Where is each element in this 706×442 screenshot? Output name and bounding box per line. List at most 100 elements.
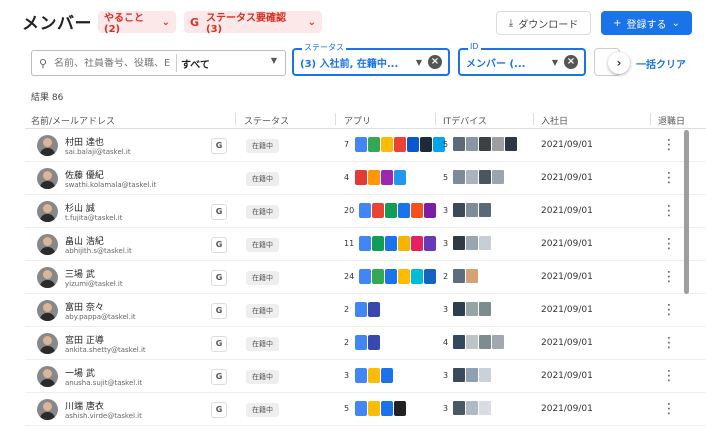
table-header: 名前/メールアドレス ステータス アプリ ITデバイス 入社日 退職日 <box>25 109 706 129</box>
table-row[interactable]: 杉山 誠 t.fujita@taskel.it G 在籍中 20 3 2021/09/01 ⋮ <box>25 195 706 228</box>
device-icons[interactable] <box>453 368 491 385</box>
column-header-apps[interactable]: アプリ <box>344 114 371 127</box>
device-icons[interactable] <box>453 302 491 319</box>
app-icon <box>368 368 380 383</box>
column-header-retired[interactable]: 退職日 <box>658 114 685 127</box>
apps-icons[interactable] <box>355 302 380 319</box>
app-icon <box>355 170 367 185</box>
table-row[interactable]: 村田 達也 sai.balaji@taskel.it G 在籍中 7 5 2021/09/0… <box>25 129 706 162</box>
column-header-name[interactable]: 名前/メールアドレス <box>31 114 115 127</box>
member-name[interactable]: 富田 奈々 <box>65 300 104 313</box>
table-row[interactable]: 川端 唐衣 ashish.virde@taskel.it G 在籍中 5 3 2021/09… <box>25 393 706 426</box>
kebab-icon[interactable]: ⋮ <box>662 334 676 352</box>
avatar <box>37 366 58 387</box>
todo-filter-chip[interactable]: やること (2) ⌄ <box>98 11 176 35</box>
apps-icons[interactable] <box>355 368 393 385</box>
member-name[interactable]: 一場 武 <box>65 366 95 379</box>
device-icons[interactable] <box>453 335 504 352</box>
table-row[interactable]: 一場 武 anusha.sujit@taskel.it G 在籍中 3 3 2021/09/… <box>25 360 706 393</box>
device-icon <box>466 170 478 184</box>
kebab-icon[interactable]: ⋮ <box>662 301 676 319</box>
column-divider <box>650 113 651 125</box>
device-icon <box>466 335 478 349</box>
kebab-icon[interactable]: ⋮ <box>662 400 676 418</box>
clear-icon[interactable]: × <box>428 55 442 69</box>
chevron-right-icon[interactable]: › <box>608 52 630 74</box>
device-icon <box>479 170 491 184</box>
device-icon <box>505 137 517 151</box>
column-header-joined[interactable]: 入社日 <box>541 114 568 127</box>
kebab-icon[interactable]: ⋮ <box>662 367 676 385</box>
member-name[interactable]: 川端 唐衣 <box>65 399 104 412</box>
kebab-icon[interactable]: ⋮ <box>662 202 676 220</box>
app-icon <box>355 335 367 350</box>
table-row[interactable]: 畠山 浩紀 abhijith.s@taskel.it G 在籍中 11 3 2021/09/… <box>25 228 706 261</box>
device-icons[interactable] <box>453 401 491 418</box>
download-button[interactable]: ⤓ ダウンロード <box>496 11 591 35</box>
devices-count: 5 <box>443 173 449 182</box>
device-icons[interactable] <box>453 269 478 286</box>
device-icon <box>492 335 504 349</box>
member-name[interactable]: 宮田 正導 <box>65 333 104 346</box>
apps-icons[interactable] <box>355 170 406 187</box>
table-row[interactable]: 三場 武 yizumi@taskel.it G 在籍中 24 2 2021/09/01 ⋮ <box>25 261 706 294</box>
joined-date: 2021/09/01 <box>541 239 593 249</box>
id-filter-legend: ID <box>468 42 481 51</box>
apps-icons[interactable] <box>355 137 445 154</box>
table-row[interactable]: 宮田 正導 ankita.shetty@taskel.it G 在籍中 2 4 2021/0… <box>25 327 706 360</box>
device-icon <box>453 203 465 217</box>
search-box: ⚲ すべて ▼ <box>31 50 286 76</box>
device-icons[interactable] <box>453 137 517 154</box>
devices-count: 3 <box>443 305 449 314</box>
app-icon <box>420 137 432 152</box>
device-icons[interactable] <box>453 236 491 253</box>
device-icon <box>466 236 478 250</box>
member-email: aby.pappa@taskel.it <box>65 313 136 321</box>
column-header-devices[interactable]: ITデバイス <box>443 114 487 127</box>
status-badge: 在籍中 <box>246 337 279 351</box>
status-filter[interactable]: ステータス (3) 入社前, 在籍中... ▼ × <box>292 42 450 76</box>
member-name[interactable]: 佐藤 優紀 <box>65 168 104 181</box>
id-filter[interactable]: ID メンバー (... ▼ × <box>458 42 586 76</box>
app-icon <box>411 269 423 284</box>
apps-count: 3 <box>344 371 350 380</box>
kebab-icon[interactable]: ⋮ <box>662 268 676 286</box>
apps-icons[interactable] <box>359 236 436 253</box>
member-name[interactable]: 畠山 浩紀 <box>65 234 104 247</box>
apps-icons[interactable] <box>355 335 380 352</box>
member-name[interactable]: 三場 武 <box>65 267 95 280</box>
app-icon <box>355 137 367 152</box>
google-badge: G <box>211 369 227 385</box>
clear-icon[interactable]: × <box>564 55 578 69</box>
joined-date: 2021/09/01 <box>541 404 593 414</box>
joined-date: 2021/09/01 <box>541 338 593 348</box>
kebab-icon[interactable]: ⋮ <box>662 235 676 253</box>
app-icon <box>407 137 419 152</box>
apps-count: 5 <box>344 404 350 413</box>
app-icon <box>398 236 410 251</box>
device-icons[interactable] <box>453 203 491 220</box>
apps-icons[interactable] <box>359 203 436 220</box>
avatar <box>37 135 58 156</box>
register-label: 登録する <box>626 19 667 31</box>
kebab-icon[interactable]: ⋮ <box>662 169 676 187</box>
member-name[interactable]: 杉山 誠 <box>65 201 95 214</box>
apps-icons[interactable] <box>359 269 436 286</box>
search-input[interactable] <box>54 57 172 69</box>
status-badge: 在籍中 <box>246 139 279 153</box>
avatar <box>37 333 58 354</box>
apps-icons[interactable] <box>355 401 406 418</box>
app-icon <box>368 302 380 317</box>
member-name[interactable]: 村田 達也 <box>65 135 104 148</box>
column-header-status[interactable]: ステータス <box>244 114 289 127</box>
device-icons[interactable] <box>453 170 504 187</box>
search-scope-select[interactable]: すべて ▼ <box>181 56 285 71</box>
kebab-icon[interactable]: ⋮ <box>662 136 676 154</box>
register-button[interactable]: + 登録する ⌄ <box>601 11 692 35</box>
table-scrollbar[interactable] <box>684 130 689 294</box>
status-check-chip[interactable]: G ステータス要確認 (3) ⌄ <box>184 11 322 35</box>
devices-count: 3 <box>443 239 449 248</box>
clear-all-link[interactable]: 一括クリア <box>636 56 686 71</box>
table-row[interactable]: 佐藤 優紀 swathi.kolamala@taskel.it 在籍中 4 5 2021/… <box>25 162 706 195</box>
table-row[interactable]: 富田 奈々 aby.pappa@taskel.it G 在籍中 2 3 2021/09/01… <box>25 294 706 327</box>
